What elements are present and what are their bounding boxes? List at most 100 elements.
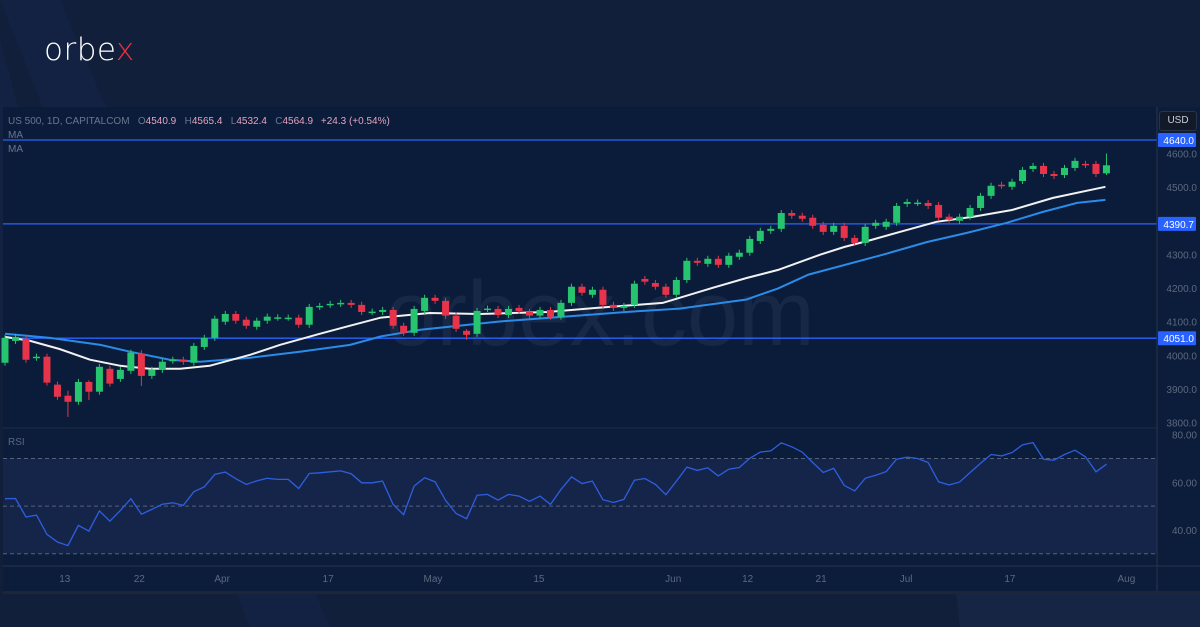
candle-body [169,359,177,362]
candle-body [116,369,124,379]
candle-body [263,316,271,321]
time-tick-label: 15 [533,574,545,585]
candle-body [966,207,974,217]
candle-body [714,258,722,265]
candle-body [74,381,82,402]
candle-body [536,309,544,316]
time-tick-label: May [424,574,443,585]
high-value: 4565.4 [191,116,223,127]
candle [567,283,575,306]
candle-body [809,217,817,226]
candle-body [1029,165,1037,169]
candle-body [494,308,502,315]
candle [190,342,198,366]
candle [43,353,51,386]
candle [442,297,450,319]
ma-fast-label[interactable]: MA [8,130,23,141]
candle-body [1060,167,1068,175]
candle-body [358,304,366,312]
candle-body [211,318,219,338]
candle [127,349,135,374]
price-tick-label: 4100.0 [1166,318,1197,329]
candle [1,334,9,366]
rsi-tick-label: 60.00 [1172,478,1197,489]
currency-button[interactable]: USD [1159,111,1197,131]
candle-body [662,286,670,295]
candle-body [526,311,533,316]
candle-body [746,238,754,253]
candle-body [274,317,282,319]
candle-body [725,255,733,265]
candle-body [473,310,481,334]
time-tick-label: 17 [323,574,335,585]
ma-slow-label[interactable]: MA [8,144,23,155]
candle-body [11,336,19,341]
candle-body [1071,160,1079,168]
price-chart[interactable]: orbex.com 3800.03900.04000.04100.04200.0… [0,0,1200,627]
candle-body [588,289,596,295]
price-tick-label: 4300.0 [1166,250,1197,261]
time-tick-label: 13 [59,574,71,585]
candle-body [221,313,229,322]
candle [410,305,418,336]
candle-body [305,306,313,325]
candle-body [64,395,72,402]
candle [95,363,103,395]
candle-body [924,202,932,206]
candle-body [389,309,397,326]
candle-body [882,221,890,227]
candle-body [620,305,628,308]
candle-body [861,226,869,243]
candle-body [284,317,292,320]
price-tick-label: 3900.0 [1166,385,1197,396]
candle-body [326,303,334,306]
candle-body [1102,165,1110,174]
candle-body [295,317,303,325]
candle-body [998,184,1006,187]
candle-body [599,289,607,305]
level-price-label: 4390.7 [1163,220,1194,231]
candle [305,303,313,328]
candle-body [546,309,554,317]
candle-body [1019,169,1027,182]
candle [893,202,901,226]
candle-body [756,230,764,241]
ohlc-legend: US 500, 1D, CAPITALCOM O4540.9 H4565.4 L… [8,116,390,127]
candle [630,280,638,308]
candle-body [400,325,408,333]
candle-body [368,311,376,314]
candle-body [914,202,922,205]
candle [473,307,481,337]
candle-body [630,283,638,305]
candle-body [232,313,240,321]
candle-body [987,185,995,196]
candle-body [767,228,775,231]
rsi-tick-label: 40.00 [1172,526,1197,537]
candle-body [158,361,166,370]
candle-body [505,308,513,315]
candle [861,223,869,246]
candle-body [798,215,806,219]
price-tick-label: 3800.0 [1166,419,1197,430]
candle [74,378,82,405]
rsi-tick-label: 80.00 [1172,431,1197,442]
price-tick-label: 4000.0 [1166,351,1197,362]
candle-body [672,279,680,295]
candle-body [1,337,9,363]
candle-body [127,352,135,371]
candle-body [830,225,838,232]
rsi-label[interactable]: RSI [8,437,25,448]
candle-body [1050,173,1058,177]
candle-body [578,286,586,293]
level-price-label: 4640.0 [1163,136,1194,147]
candle [599,286,607,308]
candle [672,276,680,298]
candle-body [1040,165,1048,174]
symbol-label: US 500, 1D, CAPITALCOM [8,116,130,127]
candle-body [200,337,208,347]
candle-body [609,304,617,308]
candle [22,335,30,363]
candle-body [463,330,471,335]
time-tick-label: Jul [900,574,913,585]
candle-body [484,308,492,311]
